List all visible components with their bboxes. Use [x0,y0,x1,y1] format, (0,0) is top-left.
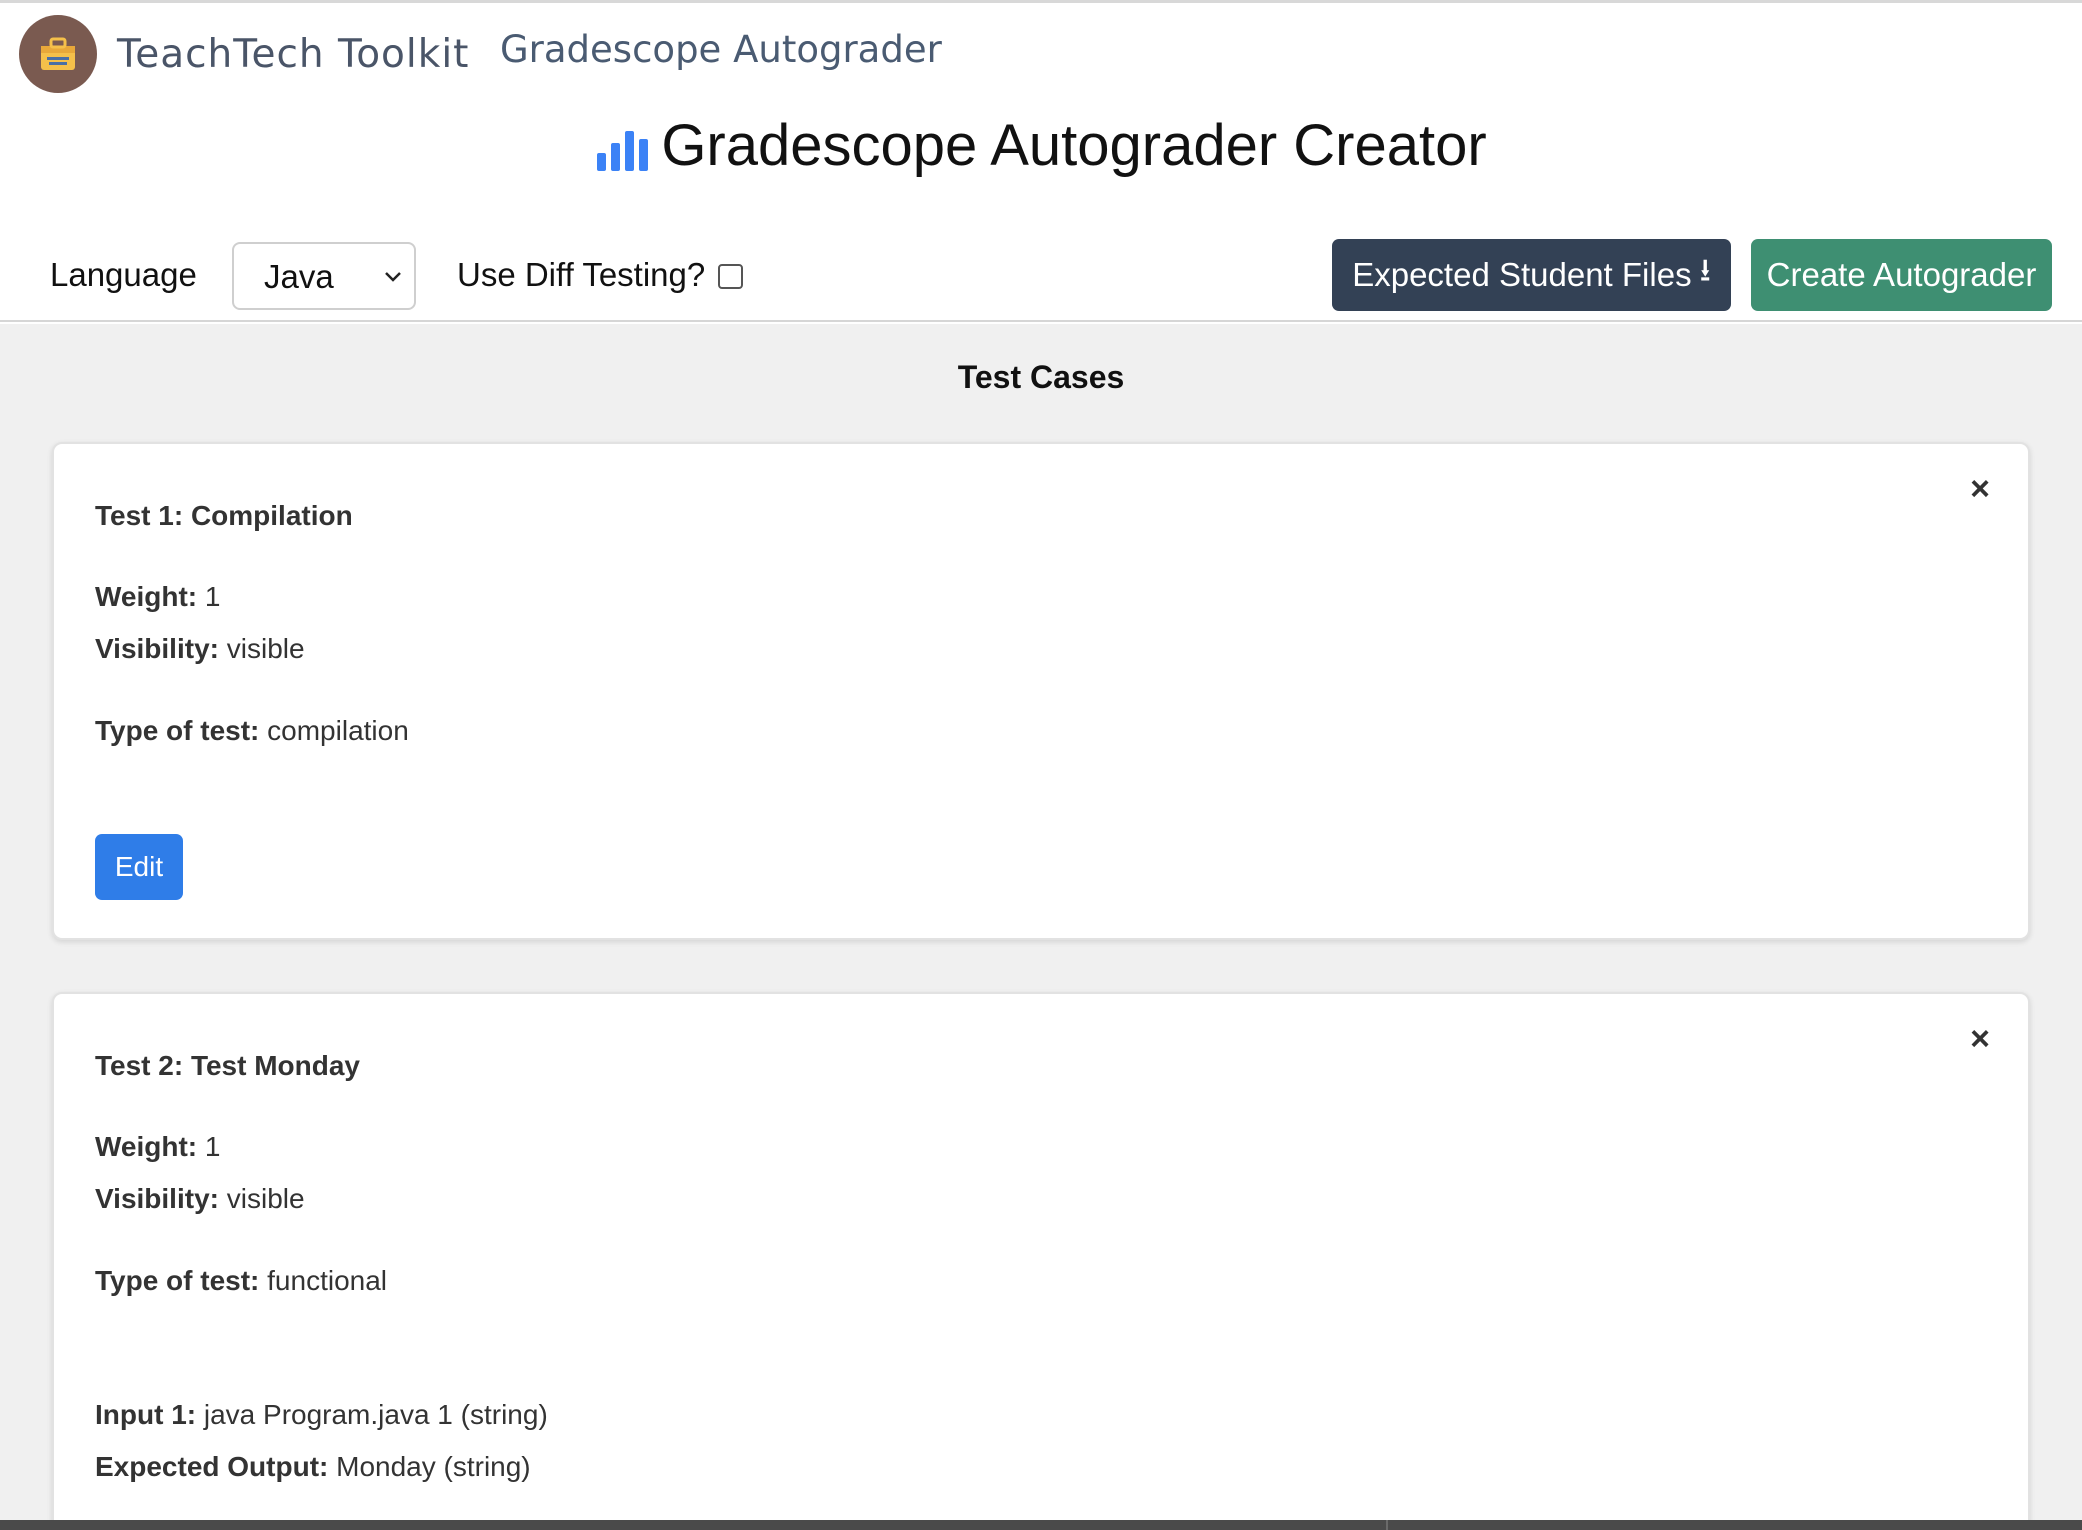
visibility-value: visible [226,633,305,664]
test-cases-title: Test Cases [957,359,1125,395]
diff-testing-label: Use Diff Testing? [457,256,706,293]
diff-testing-checkbox[interactable] [718,264,743,289]
expected-output-label: Expected Output: [95,1451,337,1482]
expected-files-label: Expected Student Files [1352,256,1692,293]
type-row: Type of test: compilation [95,715,409,747]
input-label: Input 1: [95,1399,204,1430]
test-title: Test 2: Test Monday [95,1050,361,1081]
page-title: Gradescope Autograder Creator [0,112,2082,179]
weight-value: 1 [204,581,221,612]
expected-output-row: Expected Output: Monday (string) [95,1451,531,1483]
brand-name[interactable]: TeachTech Toolkit [117,32,469,77]
section-title[interactable]: Gradescope Autograder [500,28,942,71]
language-select[interactable]: Java [232,242,416,310]
type-label: Type of test: [95,715,268,746]
download-arrow-icon: ⭳ [1699,252,1711,288]
language-label: Language [50,256,197,293]
test-card: × Test 1: Compilation Weight: 1 Visibili… [52,442,2030,940]
input-value: java Program.java 1 (string) [203,1399,548,1430]
visibility-label: Visibility: [95,1183,227,1214]
chevron-down-icon [385,272,401,282]
visibility-row: Visibility: visible [95,633,305,665]
page-title-text: Gradescope Autograder Creator [661,113,1487,178]
weight-value: 1 [204,1131,221,1162]
weight-row: Weight: 1 [95,1131,221,1163]
type-label: Type of test: [95,1265,268,1296]
bottom-scrollbar[interactable] [0,1520,2082,1530]
create-autograder-button[interactable]: Create Autograder [1751,239,2052,311]
language-select-value: Java [264,258,334,295]
visibility-value: visible [226,1183,305,1214]
expected-student-files-button[interactable]: Expected Student Files ⭳ [1332,239,1731,311]
close-icon[interactable]: × [1970,1020,1990,1059]
expected-output-value: Monday (string) [336,1451,531,1482]
close-icon[interactable]: × [1970,470,1990,509]
edit-button[interactable]: Edit [95,834,183,900]
input-row: Input 1: java Program.java 1 (string) [95,1399,548,1431]
visibility-row: Visibility: visible [95,1183,305,1215]
brand-header[interactable]: TeachTech Toolkit [19,14,469,94]
bar-chart-icon [597,130,649,171]
weight-label: Weight: [95,581,205,612]
visibility-label: Visibility: [95,633,227,664]
test-cases-panel: Test Cases × Test 1: Compilation Weight:… [0,324,2082,1530]
top-divider [0,0,2082,3]
test-card: × Test 2: Test Monday Weight: 1 Visibili… [52,992,2030,1530]
weight-label: Weight: [95,1131,205,1162]
create-autograder-label: Create Autograder [1766,256,2037,293]
type-row: Type of test: functional [95,1265,387,1297]
scrollbar-divider [1386,1520,1388,1530]
test-title: Test 1: Compilation [95,500,353,531]
toolbar: Language Java Use Diff Testing? Expected… [0,238,2082,322]
type-value: functional [267,1265,388,1296]
toolbox-logo-icon [19,15,97,93]
weight-row: Weight: 1 [95,581,221,613]
type-value: compilation [267,715,409,746]
